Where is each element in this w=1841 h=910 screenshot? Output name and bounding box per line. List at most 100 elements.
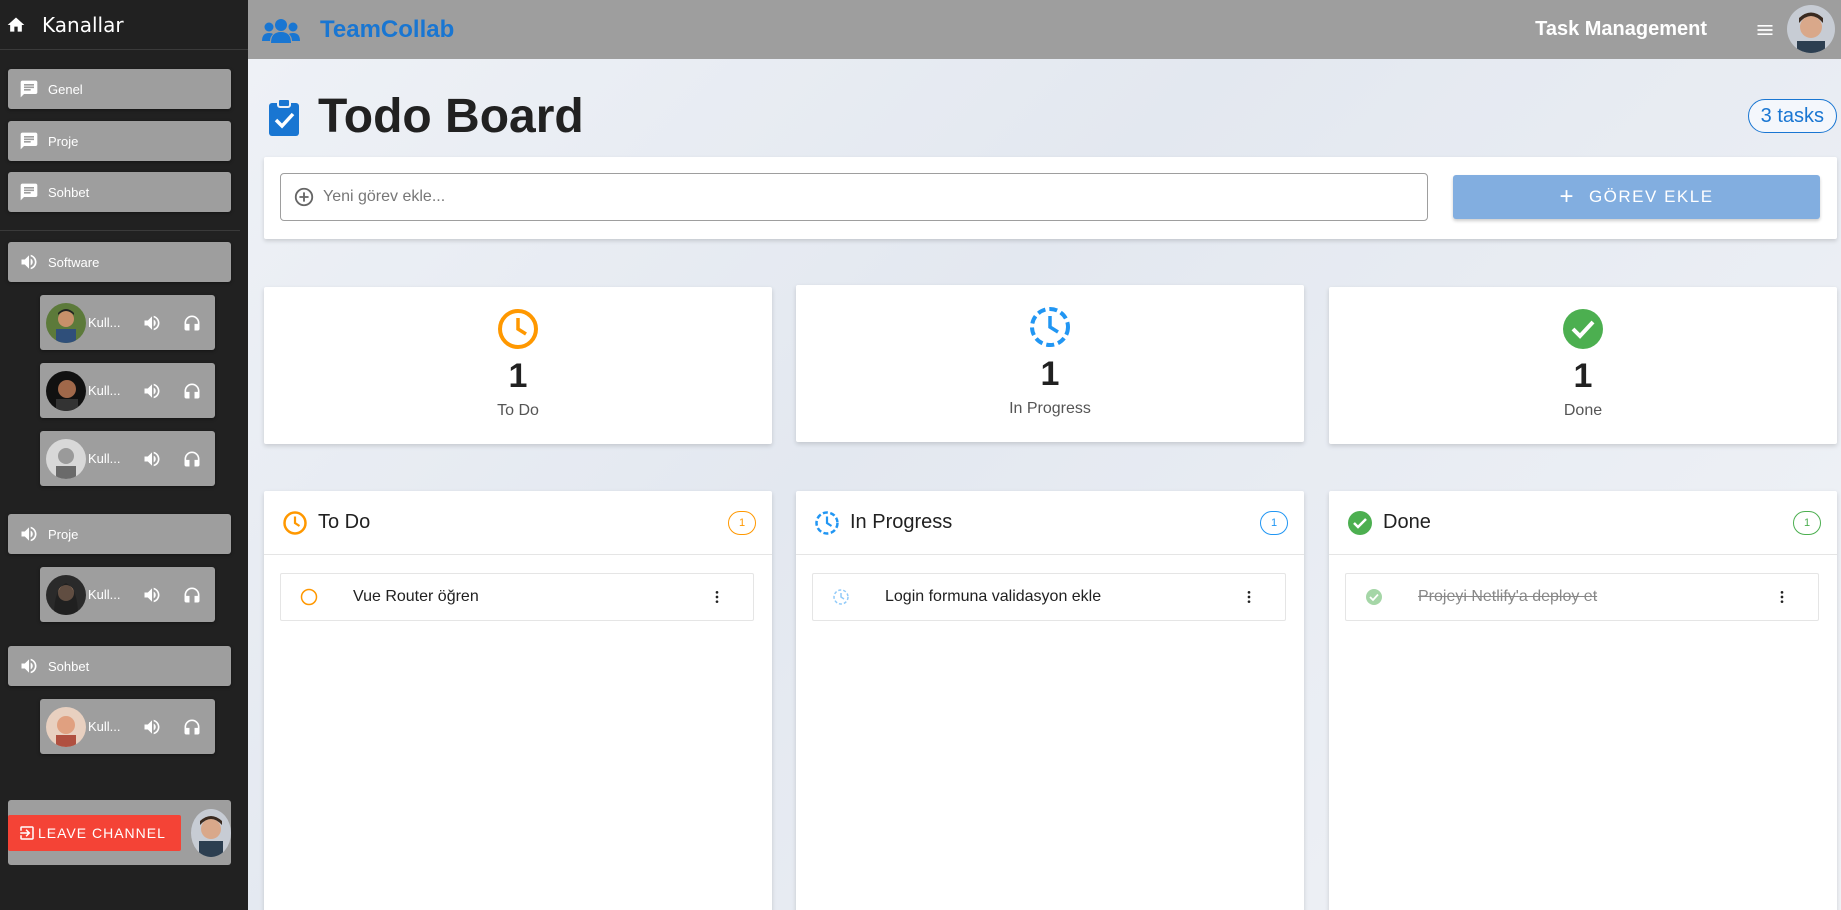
- headphones-icon[interactable]: [180, 447, 204, 471]
- stat-value: 1: [1573, 357, 1593, 395]
- more-vert-icon[interactable]: [1239, 587, 1259, 607]
- clock-icon: [282, 510, 308, 536]
- channel-item-sohbet[interactable]: Sohbet: [8, 172, 231, 212]
- app-brand[interactable]: TeamCollab: [320, 16, 454, 44]
- more-vert-icon[interactable]: [707, 587, 727, 607]
- user-name: Kull...: [88, 451, 121, 466]
- channel-label: Software: [48, 254, 100, 270]
- column-todo: To Do 1 Vue Router öğren: [264, 491, 772, 910]
- exit-icon: [18, 824, 36, 842]
- volume-icon[interactable]: [140, 379, 164, 403]
- column-header: Done 1: [1329, 491, 1837, 555]
- stat-card-todo: 1 To Do: [264, 287, 772, 444]
- add-task-field[interactable]: [280, 173, 1428, 221]
- task-card[interactable]: Login formuna validasyon ekle: [812, 573, 1286, 621]
- more-vert-icon[interactable]: [1772, 587, 1792, 607]
- chat-icon: [18, 181, 40, 203]
- voice-user[interactable]: Kull...: [40, 431, 215, 486]
- menu-icon[interactable]: [1753, 18, 1777, 42]
- headphones-icon[interactable]: [180, 715, 204, 739]
- voice-user[interactable]: Kull...: [40, 295, 215, 350]
- stat-label: Done: [1563, 402, 1603, 419]
- headphones-icon[interactable]: [180, 379, 204, 403]
- task-title: Projeyi Netlify'a deploy et: [1418, 588, 1598, 605]
- column-title: In Progress: [850, 511, 953, 533]
- column-title: Done: [1383, 511, 1431, 533]
- speaker-icon: [18, 655, 40, 677]
- stat-value: 1: [1040, 355, 1060, 393]
- avatar: [46, 706, 86, 747]
- task-count-badge: 3 tasks: [1747, 99, 1837, 133]
- progress-clock-icon: [814, 510, 840, 536]
- column-header: To Do 1: [264, 491, 772, 555]
- avatar: [46, 302, 86, 343]
- column-done: Done 1 Projeyi Netlify'a deploy et: [1329, 491, 1837, 910]
- volume-icon[interactable]: [140, 447, 164, 471]
- stat-label: To Do: [497, 402, 539, 419]
- channel-label: Proje: [48, 133, 79, 149]
- voice-channel-software[interactable]: Software: [8, 242, 231, 282]
- column-count-badge: 1: [1793, 511, 1821, 535]
- home-icon[interactable]: [4, 13, 28, 37]
- volume-icon[interactable]: [140, 311, 164, 335]
- sidebar-divider: [0, 230, 240, 231]
- stat-value: 1: [508, 357, 528, 395]
- voice-channel-proje[interactable]: Proje: [8, 514, 231, 554]
- column-header: In Progress 1: [796, 491, 1304, 555]
- progress-clock-icon[interactable]: [831, 587, 851, 607]
- add-task-card: + GÖREV EKLE: [264, 157, 1837, 239]
- progress-clock-icon: [1030, 307, 1070, 347]
- headphones-icon[interactable]: [180, 311, 204, 335]
- user-name: Kull...: [88, 587, 121, 602]
- user-name: Kull...: [88, 719, 121, 734]
- speaker-icon: [18, 251, 40, 273]
- headphones-icon[interactable]: [180, 583, 204, 607]
- channel-label: Sohbet: [48, 184, 90, 200]
- circle-outline-icon[interactable]: [299, 587, 319, 607]
- add-task-button[interactable]: + GÖREV EKLE: [1453, 175, 1820, 219]
- user-name: Kull...: [88, 383, 121, 398]
- channel-sidebar: Kanallar Genel Proje Sohbet Software Kul…: [0, 0, 248, 910]
- sidebar-title: Kanallar: [42, 12, 124, 37]
- channel-item-proje[interactable]: Proje: [8, 121, 231, 161]
- voice-channel-sohbet[interactable]: Sohbet: [8, 646, 231, 686]
- task-title: Login formuna validasyon ekle: [885, 588, 1102, 605]
- plus-icon: +: [1559, 183, 1575, 210]
- task-card[interactable]: Vue Router öğren: [280, 573, 754, 621]
- page-header: Todo Board: [268, 89, 584, 144]
- column-in-progress: In Progress 1 Login formuna validasyon e…: [796, 491, 1304, 910]
- task-title: Vue Router öğren: [353, 588, 479, 605]
- sidebar-footer: LEAVE CHANNEL: [8, 800, 231, 865]
- voice-user[interactable]: Kull...: [40, 363, 215, 418]
- check-circle-icon: [1563, 309, 1603, 349]
- add-task-input[interactable]: [323, 188, 1323, 206]
- voice-user[interactable]: Kull...: [40, 699, 215, 754]
- check-circle-icon[interactable]: [1364, 587, 1384, 607]
- stat-label: In Progress: [1009, 400, 1091, 417]
- stat-card-done: 1 Done: [1329, 287, 1837, 444]
- task-card[interactable]: Projeyi Netlify'a deploy et: [1345, 573, 1819, 621]
- leave-channel-button[interactable]: LEAVE CHANNEL: [8, 814, 182, 851]
- clipboard-check-icon: [268, 97, 300, 136]
- column-count-badge: 1: [1260, 511, 1288, 535]
- channel-item-genel[interactable]: Genel: [8, 69, 231, 109]
- check-circle-icon: [1347, 510, 1373, 536]
- volume-icon[interactable]: [140, 715, 164, 739]
- user-name: Kull...: [88, 315, 121, 330]
- avatar: [46, 370, 86, 411]
- user-avatar[interactable]: [1787, 5, 1835, 53]
- volume-icon[interactable]: [140, 583, 164, 607]
- leave-channel-label: LEAVE CHANNEL: [38, 824, 166, 841]
- group-icon: [262, 16, 300, 44]
- plus-circle-icon: [293, 186, 315, 208]
- avatar: [191, 808, 231, 857]
- column-count-badge: 1: [728, 511, 756, 535]
- clock-icon: [498, 309, 538, 349]
- page-title: Todo Board: [318, 90, 584, 143]
- speaker-icon: [18, 523, 40, 545]
- chat-icon: [18, 130, 40, 152]
- voice-user[interactable]: Kull...: [40, 567, 215, 622]
- chat-icon: [18, 78, 40, 100]
- stat-card-in-progress: 1 In Progress: [796, 285, 1304, 442]
- section-title: Task Management: [1535, 18, 1707, 40]
